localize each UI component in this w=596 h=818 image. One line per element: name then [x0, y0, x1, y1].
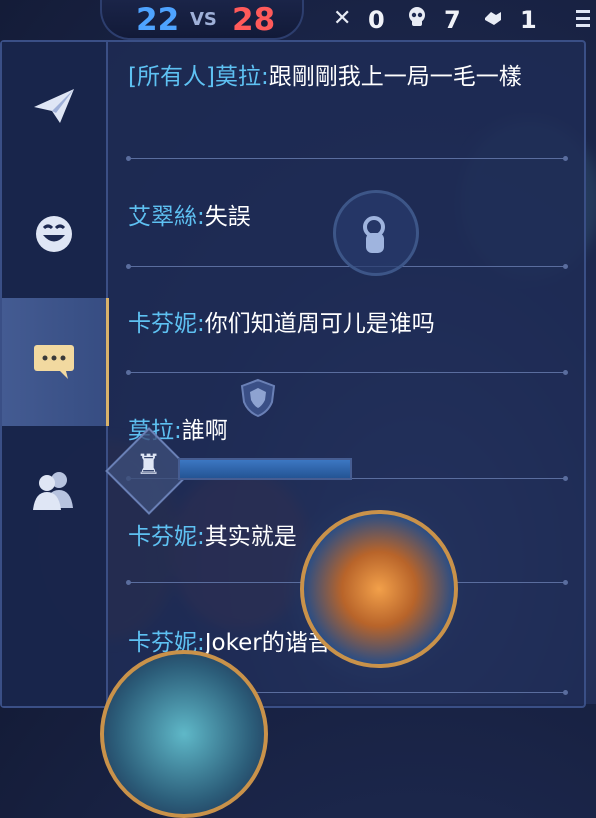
top-hud: 22 VS 28 ✕ 0 7 1	[0, 0, 596, 40]
tab-chat[interactable]	[2, 298, 109, 426]
skull-icon	[406, 6, 428, 34]
message-text: 你们知道周可儿是谁吗	[204, 311, 435, 337]
menu-icon[interactable]	[576, 6, 590, 31]
message-sender: 卡芬妮:	[128, 524, 205, 550]
smile-icon	[36, 216, 72, 252]
message-text: Joker的谐音	[204, 630, 331, 656]
tab-friends[interactable]	[2, 426, 106, 554]
message-divider	[126, 156, 568, 161]
people-icon	[33, 472, 73, 510]
red-team-score: 28	[232, 2, 276, 38]
chat-message: [所有人]莫拉:跟剛剛我上一局一毛一樣	[128, 60, 566, 94]
chat-message: 莫拉:誰啊	[128, 414, 566, 448]
chat-panel: [所有人]莫拉:跟剛剛我上一局一毛一樣 艾翠絲:失誤 卡芬妮:你们知道周可儿是谁…	[0, 40, 586, 708]
message-sender: [所有人]莫拉:	[128, 64, 269, 90]
ultimate-skill-button[interactable]	[100, 650, 268, 818]
message-sender: 艾翠絲:	[128, 204, 205, 230]
chat-sidebar	[2, 42, 109, 706]
handshake-icon	[482, 6, 504, 34]
chess-piece-icon: ♜	[136, 448, 162, 481]
shield-icon	[240, 378, 276, 422]
hp-bar-fill	[180, 460, 350, 478]
message-text: 誰啊	[181, 418, 228, 444]
chat-message: 卡芬妮:你们知道周可儿是谁吗	[128, 307, 566, 341]
message-divider	[126, 370, 568, 375]
message-text: 其实就是	[204, 524, 297, 550]
blue-team-score: 22	[136, 2, 180, 38]
deaths-count: 7	[444, 6, 461, 34]
vs-label: VS	[190, 9, 217, 30]
tab-quick-message[interactable]	[2, 42, 106, 170]
hand-sign-button[interactable]	[333, 190, 419, 276]
hp-bar	[178, 458, 352, 480]
assists-count: 1	[520, 6, 537, 34]
hand-sign-icon	[363, 216, 385, 253]
crossed-swords-icon: ✕	[333, 6, 352, 31]
skill-button[interactable]	[300, 510, 458, 668]
message-text: 跟剛剛我上一局一毛一樣	[268, 64, 522, 90]
speech-bubble-icon	[34, 345, 74, 379]
message-sender: 卡芬妮:	[128, 311, 205, 337]
kills-count: 0	[368, 6, 385, 34]
message-text: 失誤	[204, 204, 251, 230]
paper-plane-icon	[34, 89, 74, 123]
tab-emoji[interactable]	[2, 170, 106, 298]
